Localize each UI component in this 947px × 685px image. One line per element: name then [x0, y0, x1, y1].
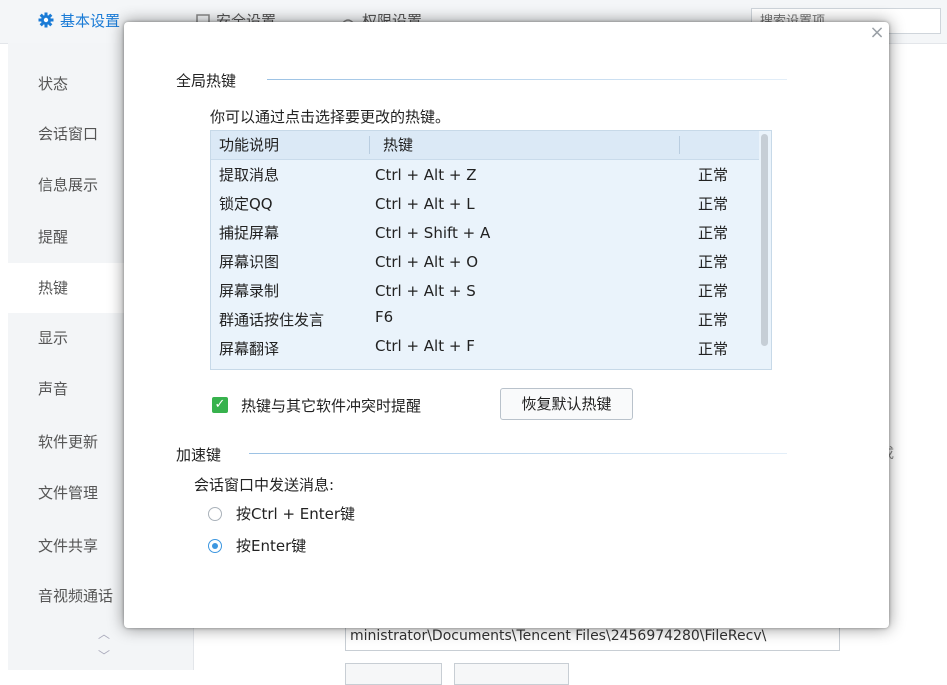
hotkey-dialog: × 全局热键 你可以通过点击选择要更改的热键。 功能说明 热键 提取消息 Ctr…	[124, 22, 889, 628]
section-title-accelerator-keys: 加速键	[176, 446, 222, 464]
row-function: 锁定QQ	[219, 195, 273, 213]
accelerator-description: 会话窗口中发送消息:	[194, 476, 335, 494]
path-action-button[interactable]	[454, 663, 569, 685]
table-row[interactable]: 群通话按住发言 F6 正常	[211, 306, 759, 335]
path-action-button[interactable]	[345, 663, 442, 685]
close-icon[interactable]: ×	[868, 24, 886, 42]
scrollbar-thumb[interactable]	[761, 134, 768, 346]
row-hotkey[interactable]: Ctrl + Alt + O	[375, 248, 478, 277]
column-header-function: 功能说明	[219, 136, 280, 154]
row-function: 提取消息	[219, 166, 280, 184]
row-status: 正常	[698, 282, 729, 300]
column-header-status	[681, 131, 759, 159]
radio-enter[interactable]	[208, 539, 222, 553]
row-hotkey[interactable]: F6	[375, 303, 393, 332]
row-function: 捕捉屏幕	[219, 224, 280, 242]
table-row[interactable]: 屏幕录制 Ctrl + Alt + S 正常	[211, 277, 759, 306]
table-row[interactable]: 捕捉屏幕 Ctrl + Shift + A 正常	[211, 219, 759, 248]
column-header-hotkey: 热键	[383, 136, 414, 154]
chevron-up-icon[interactable]: ︿	[98, 625, 110, 642]
row-status: 正常	[698, 195, 729, 213]
row-hotkey[interactable]: Ctrl + Alt + F	[375, 332, 475, 361]
row-status: 正常	[698, 340, 729, 358]
row-hotkey[interactable]: Ctrl + Shift + A	[375, 219, 490, 248]
row-function: 群通话按住发言	[219, 311, 325, 329]
table-scrollbar[interactable]	[757, 130, 771, 370]
hotkey-table: 功能说明 热键 提取消息 Ctrl + Alt + Z 正常 锁定QQ Ctrl…	[210, 130, 772, 370]
table-row[interactable]: 提取消息 Ctrl + Alt + Z 正常	[211, 161, 759, 190]
restore-default-hotkeys-button[interactable]: 恢复默认热键	[500, 388, 633, 420]
row-function: 屏幕录制	[219, 282, 280, 300]
row-status: 正常	[698, 253, 729, 271]
section-divider	[249, 453, 787, 454]
tab-label: 基本设置	[60, 12, 121, 30]
row-function: 屏幕翻译	[219, 340, 280, 358]
row-hotkey[interactable]: Ctrl + Alt + L	[375, 190, 475, 219]
section-divider	[267, 79, 787, 80]
table-row[interactable]: 锁定QQ Ctrl + Alt + L 正常	[211, 190, 759, 219]
row-status: 正常	[698, 311, 729, 329]
conflict-alert-label[interactable]: 热键与其它软件冲突时提醒	[241, 395, 421, 416]
row-hotkey[interactable]: Ctrl + Alt + Z	[375, 161, 476, 190]
radio-ctrl-enter[interactable]	[208, 507, 222, 521]
section-title-global-hotkeys: 全局热键	[176, 72, 237, 90]
gear-icon	[38, 0, 54, 43]
table-header: 功能说明 热键	[211, 131, 759, 160]
table-row[interactable]: 屏幕识图 Ctrl + Alt + O 正常	[211, 248, 759, 277]
row-status: 正常	[698, 166, 729, 184]
conflict-alert-checkbox[interactable]: ✓	[212, 397, 228, 413]
row-hotkey[interactable]: Ctrl + Alt + S	[375, 277, 476, 306]
row-status: 正常	[698, 224, 729, 242]
column-separator	[369, 136, 370, 154]
radio-ctrl-enter-label[interactable]: 按Ctrl + Enter键	[236, 503, 355, 524]
check-icon: ✓	[214, 397, 226, 412]
chevron-down-icon[interactable]: ﹀	[98, 647, 110, 664]
column-separator	[679, 136, 680, 154]
tab-basic-settings[interactable]: 基本设置	[38, 0, 120, 43]
radio-enter-label[interactable]: 按Enter键	[236, 535, 306, 556]
hotkey-description: 你可以通过点击选择要更改的热键。	[210, 108, 451, 126]
row-function: 屏幕识图	[219, 253, 280, 271]
table-row[interactable]: 屏幕翻译 Ctrl + Alt + F 正常	[211, 335, 759, 364]
